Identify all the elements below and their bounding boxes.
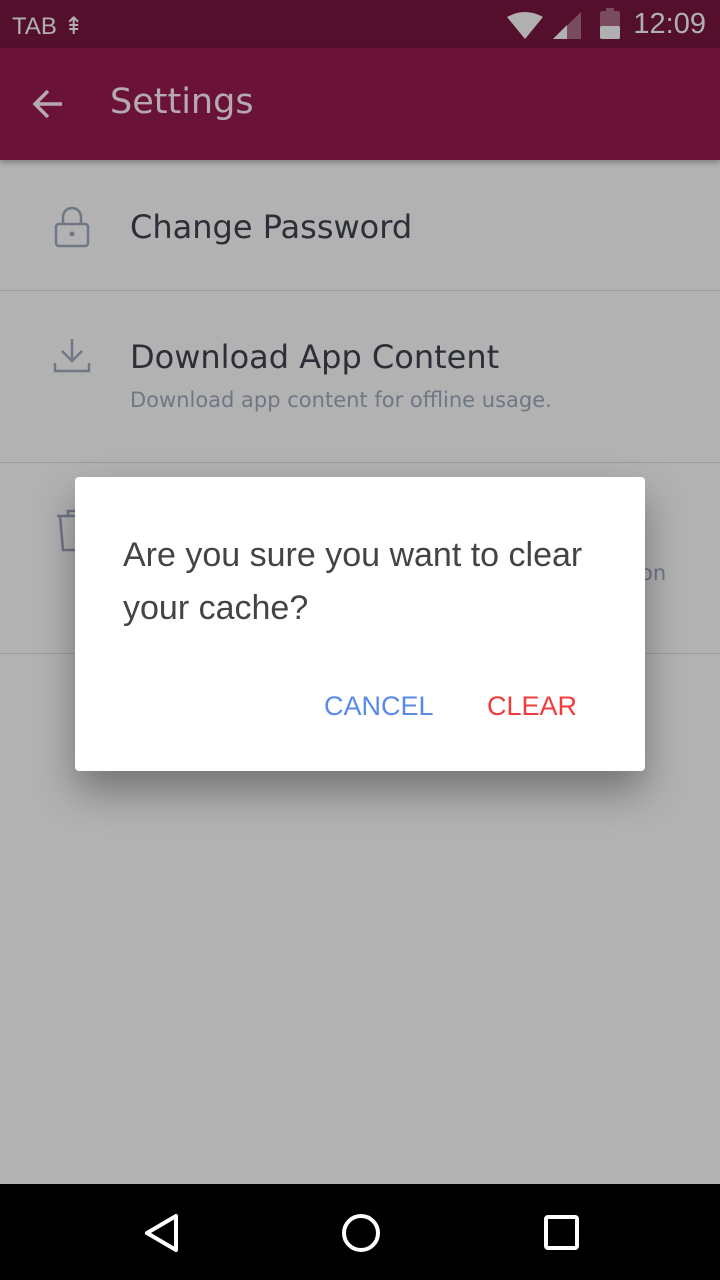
settings-item-subtitle: Download app content for offline usage. xyxy=(130,388,552,412)
back-triangle-icon[interactable] xyxy=(142,1212,182,1254)
clear-button[interactable]: CLEAR xyxy=(487,691,577,722)
carrier-label: TAB ⇞ xyxy=(12,12,84,41)
signal-icon xyxy=(553,12,581,39)
clear-cache-dialog: Are you sure you want to clear your cach… xyxy=(75,477,645,771)
settings-item-title: Change Password xyxy=(130,208,413,246)
wifi-icon xyxy=(507,12,543,39)
arrow-left-icon[interactable] xyxy=(30,86,66,122)
lock-icon xyxy=(54,206,90,248)
battery-icon xyxy=(600,8,620,39)
settings-item-title: Download App Content xyxy=(130,338,500,376)
download-icon xyxy=(53,339,91,373)
home-circle-icon[interactable] xyxy=(340,1212,382,1254)
status-bar: TAB ⇞ 12:09 xyxy=(0,0,720,48)
settings-item-download-content[interactable]: Download App Content Download app conten… xyxy=(0,291,720,463)
cancel-button[interactable]: CANCEL xyxy=(324,691,434,722)
settings-item-change-password[interactable]: Change Password xyxy=(0,160,720,291)
clock: 12:09 xyxy=(633,8,706,40)
page-title: Settings xyxy=(110,82,254,122)
dialog-message: Are you sure you want to clear your cach… xyxy=(123,536,583,627)
network-icon: ⇞ xyxy=(63,13,84,40)
navigation-bar xyxy=(0,1184,720,1280)
carrier-text: TAB xyxy=(12,13,57,40)
recents-square-icon[interactable] xyxy=(543,1214,581,1252)
app-bar: Settings xyxy=(0,48,720,160)
